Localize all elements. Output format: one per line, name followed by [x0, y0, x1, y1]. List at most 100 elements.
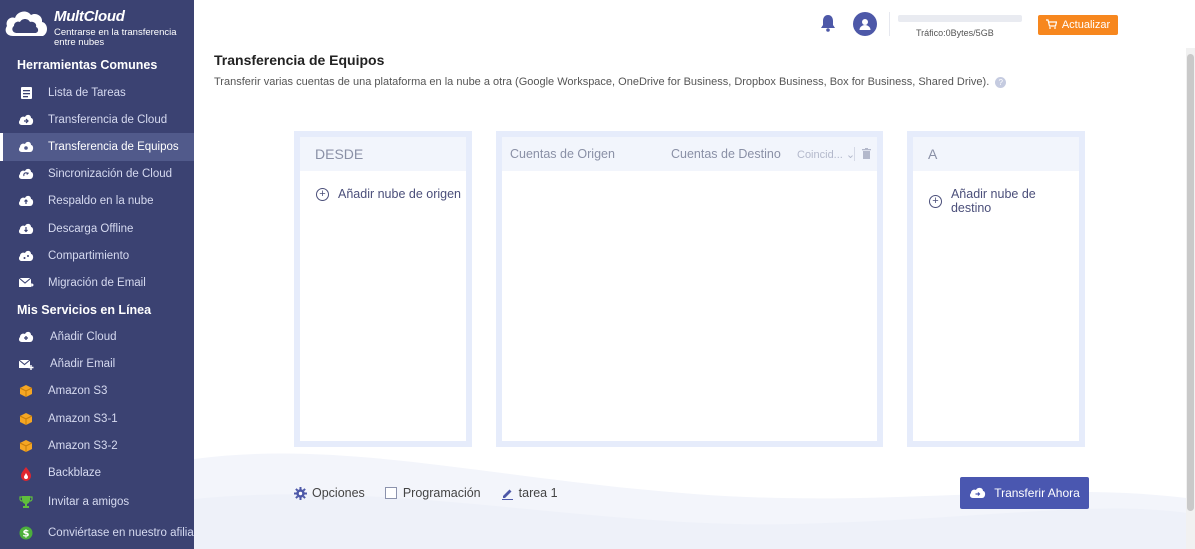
add-target-label: Añadir nube de destino [950, 187, 1036, 215]
scrollbar-thumb[interactable] [1187, 54, 1194, 511]
add-email-icon [18, 356, 34, 372]
brand-name: MultCloud [54, 8, 125, 25]
sidebar-item-cloud-transfer[interactable]: Transferencia de Cloud [0, 106, 194, 133]
task-options-bar: Opciones Programación tarea 1 [294, 486, 578, 500]
sidebar-item-label: Migración de Email [48, 276, 146, 289]
sidebar-item-label: Backblaze [48, 467, 102, 480]
amazon-s3-icon [18, 383, 34, 399]
main-content: Transferencia de Equipos Transferir vari… [194, 48, 1195, 549]
transfer-now-button[interactable]: Transferir Ahora [960, 477, 1089, 509]
sidebar-item-invite-friends[interactable]: Invitar a amigos [0, 487, 194, 518]
page-description: Transferir varias cuentas de una platafo… [214, 76, 1007, 88]
schedule-label: Programación [402, 486, 481, 500]
page-title: Transferencia de Equipos [214, 52, 385, 68]
from-panel: DESDE + Añadir nube de origen [294, 131, 472, 447]
sidebar-item-amazon-s3[interactable]: Amazon S3 [0, 378, 194, 405]
cloud-transfer-icon [18, 112, 34, 128]
sidebar-item-add-email[interactable]: Añadir Email [0, 351, 194, 378]
trash-icon[interactable] [862, 148, 871, 162]
add-cloud-icon [18, 329, 34, 345]
sidebar-item-team-transfer[interactable]: Transferencia de Equipos [0, 133, 194, 161]
team-transfer-icon [18, 139, 34, 155]
accounts-mapping-panel: Cuentas de Origen Cuentas de Destino Coi… [496, 131, 883, 447]
bell-icon[interactable] [820, 14, 836, 37]
sidebar-item-offline-download[interactable]: Descarga Offline [0, 215, 194, 242]
trophy-icon [18, 494, 34, 510]
accounts-mapping-body [502, 171, 877, 441]
add-target-cloud-button[interactable]: + Añadir nube de destino [929, 187, 1079, 215]
accounts-mapping-header: Cuentas de Origen Cuentas de Destino Coi… [502, 137, 877, 171]
sidebar-item-share[interactable]: Compartimiento [0, 242, 194, 269]
from-panel-body: + Añadir nube de origen [300, 171, 466, 441]
schedule-checkbox-box[interactable] [384, 487, 397, 499]
to-panel-title: A [913, 137, 1079, 171]
from-panel-title: DESDE [300, 137, 466, 171]
sidebar-item-label: Sincronización de Cloud [48, 168, 173, 181]
pencil-icon [501, 487, 514, 500]
sidebar-item-amazon-s3-1[interactable]: Amazon S3-1 [0, 405, 194, 432]
section-title-services: Mis Servicios en Línea [17, 302, 152, 317]
task-list-icon [18, 85, 34, 101]
task-name-edit[interactable]: tarea 1 [501, 486, 558, 500]
cart-icon [1045, 18, 1058, 32]
sidebar-item-label: Descarga Offline [48, 222, 134, 235]
sidebar-item-label: Transferencia de Cloud [48, 113, 168, 126]
sidebar-item-label: Conviértase en nuestro afilia [48, 527, 194, 540]
backblaze-icon [18, 465, 34, 481]
offline-download-icon [18, 221, 34, 237]
sidebar-item-email-migration[interactable]: Migración de Email [0, 269, 194, 296]
sidebar-item-label: Respaldo en la nube [48, 195, 154, 208]
to-panel-body: + Añadir nube de destino [913, 171, 1079, 441]
page-description-text: Transferir varias cuentas de una platafo… [214, 76, 990, 88]
gear-icon [294, 486, 307, 500]
dollar-icon: $ [18, 525, 34, 541]
brand-tagline: Centrarse en la transferencia entre nube… [54, 27, 177, 48]
sidebar-item-label: Transferencia de Equipos [48, 140, 179, 153]
cloud-transfer-icon [969, 487, 986, 499]
task-name: tarea 1 [518, 486, 558, 500]
upgrade-button[interactable]: Actualizar [1038, 15, 1118, 35]
sidebar-item-cloud-backup[interactable]: Respaldo en la nube [0, 188, 194, 215]
sidebar-item-affiliate[interactable]: $ Conviértase en nuestro afilia [0, 518, 194, 549]
sidebar-item-cloud-sync[interactable]: Sincronización de Cloud [0, 161, 194, 188]
to-panel: A + Añadir nube de destino [907, 131, 1085, 447]
top-header: Tráfico:0Bytes/5GB Actualizar [194, 0, 1195, 48]
sidebar-item-add-cloud[interactable]: Añadir Cloud [0, 324, 194, 351]
user-avatar-icon[interactable] [853, 12, 877, 36]
traffic-progress-bar [898, 15, 1022, 22]
plus-circle-icon: + [316, 187, 329, 201]
brand[interactable]: MultCloud Centrarse en la transferencia … [0, 0, 194, 55]
add-source-label: Añadir nube de origen [338, 187, 462, 201]
sidebar-item-label: Lista de Tareas [48, 86, 126, 99]
sidebar: MultCloud Centrarse en la transferencia … [0, 0, 194, 549]
sidebar-item-label: Amazon S3-1 [48, 412, 118, 425]
plus-circle-icon: + [929, 194, 942, 208]
section-title-tools: Herramientas Comunes [17, 58, 158, 72]
cloud-backup-icon [18, 193, 34, 209]
target-accounts-header: Cuentas de Destino [671, 147, 781, 161]
sidebar-item-backblaze[interactable]: Backblaze [0, 459, 194, 486]
transfer-now-label: Transferir Ahora [994, 486, 1080, 500]
amazon-s3-icon [18, 411, 34, 427]
amazon-s3-icon [18, 438, 34, 454]
multcloud-logo-icon [5, 11, 48, 37]
sidebar-item-task-list[interactable]: Lista de Tareas [0, 79, 194, 106]
schedule-checkbox[interactable]: Programación [384, 486, 481, 500]
upgrade-label: Actualizar [1061, 19, 1111, 31]
cloud-sync-icon [18, 166, 34, 182]
match-dropdown-label: Coincid... [797, 149, 843, 161]
sidebar-item-label: Añadir Cloud [50, 331, 117, 344]
sidebar-item-amazon-s3-2[interactable]: Amazon S3-2 [0, 432, 194, 459]
traffic-text: Tráfico:0Bytes/5GB [916, 28, 994, 38]
match-dropdown[interactable]: Coincid... ⌄ [797, 148, 855, 161]
options-button[interactable]: Opciones [294, 486, 365, 500]
source-accounts-header: Cuentas de Origen [510, 147, 615, 161]
page-scrollbar[interactable] [1186, 48, 1195, 549]
sidebar-item-label: Añadir Email [50, 358, 116, 371]
email-migration-icon [18, 275, 34, 291]
share-icon [18, 248, 34, 264]
help-icon[interactable]: ? [995, 76, 1007, 88]
options-label: Opciones [312, 486, 365, 500]
sidebar-item-label: Amazon S3-2 [48, 439, 118, 452]
add-source-cloud-button[interactable]: + Añadir nube de origen [316, 187, 461, 201]
